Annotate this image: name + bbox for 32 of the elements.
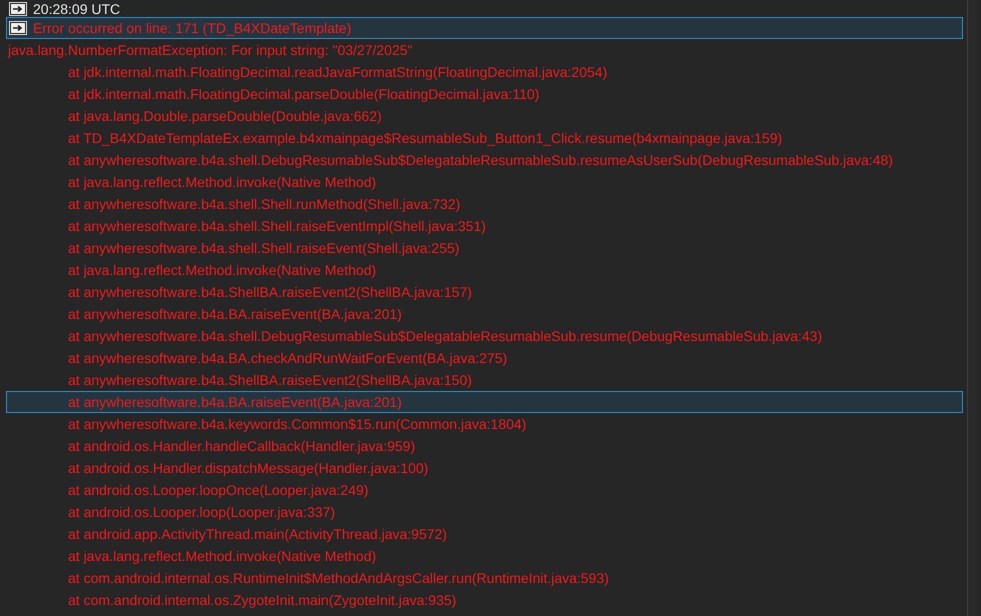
stack-frame: at anywheresoftware.b4a.BA.raiseEvent(BA.java:201) (68, 306, 402, 322)
stack-frame: at java.lang.reflect.Method.invoke(Native Method) (68, 174, 376, 190)
stack-frame: at android.os.Handler.dispatchMessage(Handler.java:100) (68, 460, 428, 476)
stack-frame: at anywheresoftware.b4a.shell.DebugResumableSub$DelegatableResumableSub.resume(DebugResumableSub.java:43) (68, 328, 822, 344)
stack-frame: at android.os.Looper.loop(Looper.java:337) (68, 504, 335, 520)
exception-message: java.lang.NumberFormatException: For input string: "03/27/2025" (8, 42, 412, 58)
error-message: Error occurred on line: 171 (TD_B4XDateTemplate) (33, 20, 352, 36)
stack-frame: at java.lang.Double.parseDouble(Double.java:662) (68, 108, 382, 124)
stack-frame: at java.lang.reflect.Method.invoke(Native Method) (68, 548, 376, 564)
stack-frame: at anywheresoftware.b4a.ShellBA.raiseEvent2(ShellBA.java:150) (68, 372, 472, 388)
stack-frame: at anywheresoftware.b4a.BA.raiseEvent(BA.java:201) (68, 394, 402, 410)
stack-frame: at jdk.internal.math.FloatingDecimal.parseDouble(FloatingDecimal.java:110) (68, 86, 540, 102)
selected-log-row[interactable]: Error occurred on line: 171 (TD_B4XDateTemplate) (6, 17, 963, 39)
stack-frame: at anywheresoftware.b4a.shell.Shell.raiseEventImpl(Shell.java:351) (68, 218, 486, 234)
stack-frame: at android.os.Handler.handleCallback(Handler.java:959) (68, 438, 416, 454)
stack-frame: at android.os.Looper.loopOnce(Looper.java:249) (68, 482, 368, 498)
stack-frame: at android.app.ActivityThread.main(ActivityThread.java:9572) (68, 526, 447, 542)
stack-frame: at jdk.internal.math.FloatingDecimal.readJavaFormatString(FloatingDecimal.java:2054) (68, 64, 608, 80)
stack-frame: at com.android.internal.os.ZygoteInit.main(ZygoteInit.java:935) (68, 592, 456, 608)
stack-frame: at anywheresoftware.b4a.shell.DebugResumableSub$DelegatableResumableSub.resumeAsUserSub(DebugResumableSub.java:48) (68, 152, 893, 168)
log-entry-icon (9, 21, 27, 35)
stack-frame: at TD_B4XDateTemplateEx.example.b4xmainpage$ResumableSub_Button1_Click.resume(b4xmainpage.java:159) (68, 130, 782, 146)
selected-log-row[interactable]: at anywheresoftware.b4a.BA.raiseEvent(BA.java:201) (6, 391, 963, 413)
stack-frame: at anywheresoftware.b4a.shell.Shell.raiseEvent(Shell.java:255) (68, 240, 460, 256)
stack-frame: at anywheresoftware.b4a.keywords.Common$15.run(Common.java:1804) (68, 416, 526, 432)
stack-frame: at java.lang.reflect.Method.invoke(Native Method) (68, 262, 376, 278)
stack-frame: at anywheresoftware.b4a.shell.Shell.runMethod(Shell.java:732) (68, 196, 460, 212)
stack-frame: at anywheresoftware.b4a.ShellBA.raiseEvent2(ShellBA.java:157) (68, 284, 472, 300)
log-timestamp: 20:28:09 UTC (33, 0, 120, 16)
stack-frame: at anywheresoftware.b4a.BA.checkAndRunWaitForEvent(BA.java:275) (68, 350, 508, 366)
stack-frame: at com.android.internal.os.RuntimeInit$MethodAndArgsCaller.run(RuntimeInit.java:593) (68, 570, 609, 586)
scrollbar-track[interactable] (967, 0, 977, 616)
